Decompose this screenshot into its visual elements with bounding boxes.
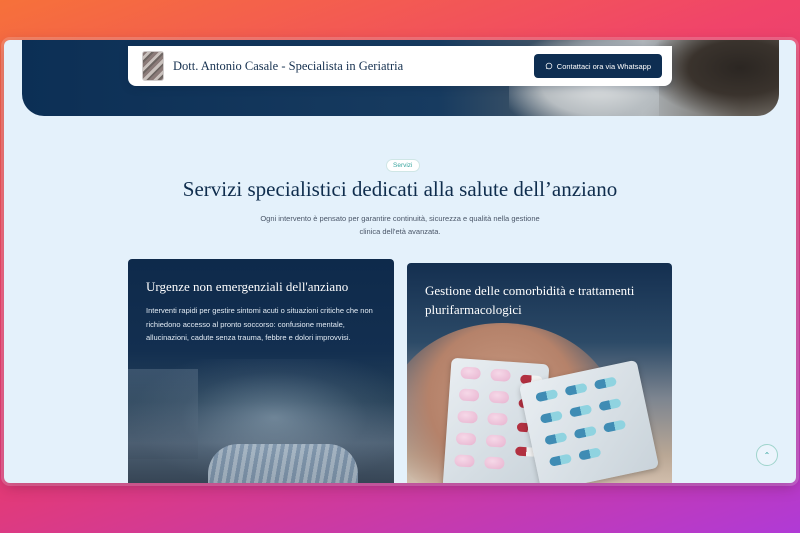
chevron-up-icon: ⌃ xyxy=(763,450,771,460)
whatsapp-contact-button[interactable]: Contattaci ora via Whatsapp xyxy=(533,54,662,78)
section-subtitle: Ogni intervento è pensato per garantire … xyxy=(260,214,540,236)
card-text: Gestione delle comorbidità e trattamenti… xyxy=(425,281,657,319)
section-title: Servizi specialistici dedicati alla salu… xyxy=(182,177,618,201)
whatsapp-button-label: Contattaci ora via Whatsapp xyxy=(556,61,651,71)
doctor-header-bar: Dott. Antonio Casale - Specialista in Ge… xyxy=(128,46,672,86)
browser-viewport: Dott. Antonio Casale - Specialista in Ge… xyxy=(4,40,796,483)
whatsapp-icon xyxy=(545,62,553,70)
card-text: Urgenze non emergenziali dell'anziano In… xyxy=(146,277,378,345)
service-card-urgenze[interactable]: Urgenze non emergenziali dell'anziano In… xyxy=(128,259,394,483)
card-description: Interventi rapidi per gestire sintomi ac… xyxy=(146,306,373,342)
scroll-to-top-button[interactable]: ⌃ xyxy=(756,444,778,466)
doctor-name: Dott. Antonio Casale - Specialista in Ge… xyxy=(173,58,404,73)
doctor-avatar xyxy=(142,51,164,81)
card-title: Urgenze non emergenziali dell'anziano xyxy=(146,279,349,294)
service-card-comorbidita[interactable]: Gestione delle comorbidità e trattamenti… xyxy=(407,263,672,483)
card-title: Gestione delle comorbidità e trattamenti… xyxy=(425,283,635,317)
section-badge: Servizi xyxy=(386,159,420,172)
card-photo-striped-pants xyxy=(208,444,358,483)
